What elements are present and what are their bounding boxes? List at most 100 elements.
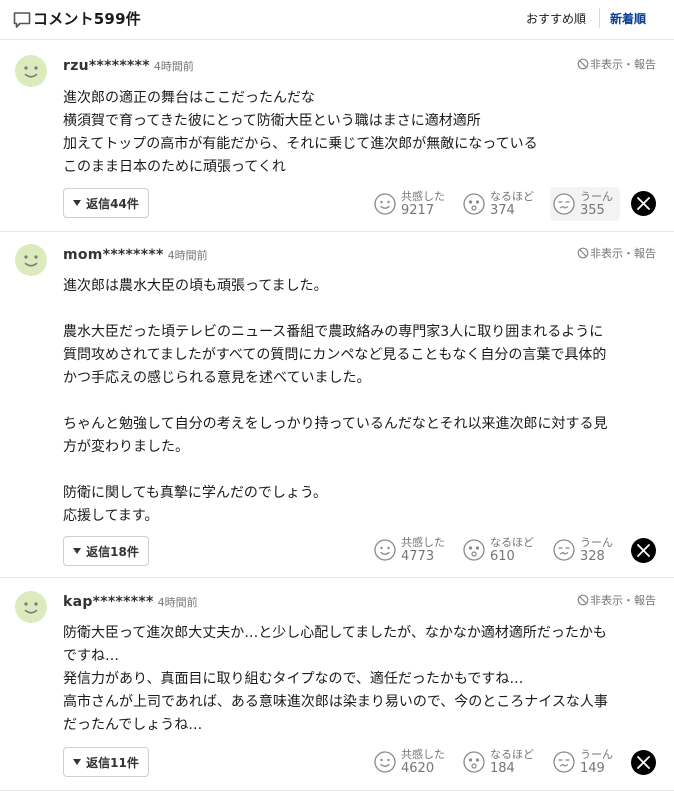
x-logo-icon	[637, 756, 650, 769]
comment-count-title: コメント599件	[33, 10, 141, 28]
avatar	[15, 244, 47, 276]
uun-reaction[interactable]: うーん 149	[552, 745, 613, 779]
comment-line: ちゃんと勉強して自分の考えをしっかり持っているんだなとそれ以来進次郎に対する見	[63, 416, 608, 432]
uun-reaction[interactable]: うーん 355	[550, 187, 620, 221]
x-logo-icon	[637, 197, 650, 210]
naruhodo-count: 184	[490, 761, 515, 776]
naruhodo-count: 610	[490, 549, 515, 564]
hide-icon	[577, 594, 589, 606]
comment-line: 防衛大臣って進次郎大丈夫か…と少し心配してましたが、なかなか適材適所だったかも	[63, 625, 607, 641]
empathy-count: 4773	[401, 549, 435, 564]
share-x-button[interactable]	[631, 538, 656, 563]
naruhodo-face-icon	[463, 193, 485, 215]
username[interactable]: kap********	[63, 594, 154, 610]
comment-time: 4時間前	[167, 249, 208, 262]
empathy-face-icon	[374, 193, 396, 215]
username[interactable]: mom********	[63, 247, 164, 263]
avatar	[15, 55, 47, 87]
reply-count-label: 返信44件	[86, 196, 139, 211]
hide-icon	[577, 247, 589, 259]
caret-down-icon	[73, 200, 82, 206]
uun-reaction[interactable]: うーん 328	[552, 533, 613, 567]
empathy-count: 4620	[401, 761, 435, 776]
smiley-avatar-icon	[24, 255, 38, 267]
sort-recommended-button[interactable]: おすすめ順	[526, 10, 586, 27]
naruhodo-face-icon	[463, 539, 485, 561]
naruhodo-reaction[interactable]: なるほど 374	[462, 187, 534, 221]
uun-count: 149	[580, 761, 605, 776]
smiley-avatar-icon	[24, 66, 38, 78]
empathy-reaction[interactable]: 共感した 4620	[373, 745, 445, 779]
report-link[interactable]: 報告	[634, 247, 656, 260]
naruhodo-reaction[interactable]: なるほど 184	[462, 745, 534, 779]
report-link[interactable]: 報告	[634, 58, 656, 71]
comment-time: 4時間前	[153, 60, 194, 73]
empathy-label: 共感した	[401, 536, 445, 549]
uun-count: 328	[580, 549, 605, 564]
hide-link[interactable]: 非表示	[590, 58, 623, 71]
naruhodo-label: なるほど	[490, 748, 534, 761]
empathy-label: 共感した	[401, 748, 445, 761]
comment-author[interactable]: mom******** 4時間前	[63, 247, 208, 263]
comment-line: かつ手応えの感じられる意見を述べていました。	[63, 370, 371, 386]
comment-line: このまま日本のために頑張ってくれ	[63, 159, 286, 175]
comment-line: 農水大臣だった頃テレビのニュース番組で農政絡みの専門家3人に取り囲まれるように	[63, 324, 604, 340]
x-logo-icon	[637, 544, 650, 557]
empathy-reaction[interactable]: 共感した 9217	[373, 187, 445, 221]
hide-link[interactable]: 非表示	[590, 247, 623, 260]
separator-dot: ・	[623, 247, 634, 260]
comment-line: 進次郎の適正の舞台はここだったんだな	[63, 90, 315, 106]
comment-line: 横須賀で育ってきた彼にとって防衛大臣という職はまさに適材適所	[63, 113, 481, 129]
uun-face-icon	[553, 751, 575, 773]
sort-newest-button[interactable]: 新着順	[610, 10, 646, 27]
comment-line: 方が変わりました。	[63, 439, 189, 455]
empathy-face-icon	[374, 539, 396, 561]
comment-item: kap******** 4時間前 非表示・報告 防衛大臣って進次郎大丈夫か…と少し…	[0, 579, 674, 791]
comment-line: 質問攻めされてましたがすべての質問にカンペなど見ることもなく自分の言葉で具体的	[63, 347, 607, 363]
empathy-face-icon	[374, 751, 396, 773]
comment-line: 高市さんが上司であれば、ある意味進次郎は染まり易いので、今のところナイスな人事	[63, 694, 608, 710]
empathy-reaction[interactable]: 共感した 4773	[373, 533, 445, 567]
reply-toggle-button[interactable]: 返信11件	[63, 747, 149, 777]
comment-line: 防衛に関しても真摯に学んだのでしょう。	[63, 485, 328, 501]
naruhodo-label: なるほど	[490, 536, 534, 549]
hide-link[interactable]: 非表示	[590, 594, 623, 607]
caret-down-icon	[73, 759, 82, 765]
comment-item: rzu******** 4時間前 非表示・報告 進次郎の適正の舞台はここだったんだ…	[0, 41, 674, 232]
comment-author[interactable]: rzu******** 4時間前	[63, 58, 194, 74]
reply-count-label: 返信11件	[86, 755, 139, 770]
comment-line: 発信力があり、真面目に取り組むタイプなので、適任だったかもですね…	[63, 671, 524, 687]
comment-line: だったんでしょうね…	[63, 717, 203, 733]
comment-line: ですね…	[63, 648, 119, 664]
smiley-avatar-icon	[24, 602, 38, 614]
naruhodo-count: 374	[490, 203, 515, 218]
reply-toggle-button[interactable]: 返信18件	[63, 536, 149, 566]
caret-down-icon	[73, 548, 82, 554]
naruhodo-reaction[interactable]: なるほど 610	[462, 533, 534, 567]
comment-line: 応援してます。	[63, 508, 159, 524]
uun-label: うーん	[580, 748, 613, 761]
comment-bubble-icon	[13, 12, 31, 28]
comments-header: コメント599件 おすすめ順 新着順	[0, 0, 674, 40]
avatar	[15, 591, 47, 623]
empathy-label: 共感した	[401, 190, 445, 203]
share-x-button[interactable]	[631, 750, 656, 775]
hide-report-links: 非表示・報告	[577, 56, 656, 72]
naruhodo-face-icon	[463, 751, 485, 773]
report-link[interactable]: 報告	[634, 594, 656, 607]
uun-face-icon	[553, 539, 575, 561]
comment-line: 進次郎は農水大臣の頃も頑張ってました。	[63, 278, 328, 294]
comment-body: 進次郎は農水大臣の頃も頑張ってました。 農水大臣だった頃テレビのニュース番組で農…	[63, 275, 658, 528]
share-x-button[interactable]	[631, 191, 656, 216]
sort-divider	[599, 8, 600, 28]
separator-dot: ・	[623, 58, 634, 71]
reply-toggle-button[interactable]: 返信44件	[63, 188, 149, 218]
comment-item: mom******** 4時間前 非表示・報告 進次郎は農水大臣の頃も頑張ってまし…	[0, 233, 674, 578]
hide-report-links: 非表示・報告	[577, 245, 656, 261]
reply-count-label: 返信18件	[86, 544, 139, 559]
username[interactable]: rzu********	[63, 58, 150, 74]
comment-author[interactable]: kap******** 4時間前	[63, 594, 198, 610]
